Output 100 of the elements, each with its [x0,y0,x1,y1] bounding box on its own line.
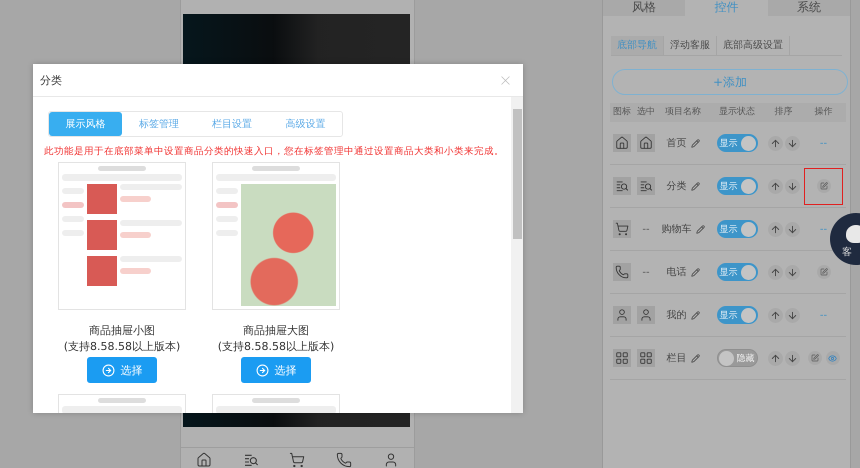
user-icon [639,308,653,322]
icon-tile[interactable] [613,263,631,281]
select-button[interactable]: 选择 [87,357,157,383]
cart-icon [289,452,306,468]
style-name: 商品抽屉小图 [89,323,155,338]
arrow-down-icon [786,224,798,234]
phone-icon [615,265,629,279]
panel-tab[interactable]: 系统 [768,0,850,16]
column-header: 选中 [634,103,658,122]
icon-tile[interactable] [637,177,655,195]
user-icon [615,308,629,322]
grid-icon [639,351,653,365]
visibility-toggle[interactable]: 显示 [716,220,758,238]
edit-button[interactable] [808,351,822,365]
select-button[interactable]: 选择 [241,357,311,383]
visibility-toggle[interactable]: 显示 [716,306,758,324]
add-button[interactable]: +添加 [612,69,848,95]
empty-action: -- [820,310,828,320]
scrollbar[interactable] [511,97,523,413]
arrow-down-icon [786,310,798,320]
arrow-up-icon [770,266,780,278]
arrow-down-icon [786,138,798,148]
arrow-up-icon [770,138,780,148]
empty-action: -- [820,224,828,234]
icon-tile[interactable] [637,134,655,152]
icon-tile[interactable] [637,349,655,367]
arrow-down-icon [786,352,798,364]
empty-value: -- [642,266,650,278]
move-down-button[interactable] [784,136,800,150]
item-name: 电话 [666,266,686,279]
item-name: 购物车 [662,222,692,236]
item-name: 我的 [666,308,686,322]
move-down-button[interactable] [784,264,800,280]
style-name: 商品抽屉大图 [243,323,309,338]
sub-tab[interactable]: 浮动客服 [664,36,717,55]
pencil-icon[interactable] [690,354,700,362]
home-icon [196,452,212,468]
pencil-icon[interactable] [690,310,700,320]
move-up-button[interactable] [768,350,782,366]
pencil-icon[interactable] [690,138,700,148]
notice-text: 此功能是用于在底部菜单中设置商品分类的快速入口，您在标签管理中通过设置商品大类和小类来完成。 [44,145,505,158]
eye-icon [828,354,837,362]
version-note: (支持8.58.58以上版本) [64,339,180,354]
move-down-button[interactable] [784,308,800,322]
home-icon [615,136,629,150]
icon-tile[interactable] [613,349,631,367]
arrow-up-icon [770,180,780,192]
cart-icon [615,222,629,236]
move-down-button[interactable] [784,222,800,236]
sub-tab[interactable]: 底部导航 [611,36,664,55]
move-up-button[interactable] [768,178,782,194]
icon-tile[interactable] [637,306,655,324]
search-list-icon [615,179,629,193]
column-header: 显示状态 [708,103,766,122]
column-header: 操作 [801,103,846,122]
arrow-down-icon [786,180,798,192]
pencil-icon[interactable] [696,224,704,234]
sub-tab[interactable]: 底部高级设置 [717,36,790,55]
item-name: 栏目 [666,352,686,365]
arrow-up-icon [770,224,780,234]
visibility-toggle[interactable]: 显示 [716,263,758,281]
search-list-icon [242,452,259,468]
column-header: 项目名称 [658,103,708,122]
version-note: (支持8.58.58以上版本) [218,339,334,354]
move-up-button[interactable] [768,222,782,236]
search-list-icon [639,179,653,193]
arrow-up-icon [770,310,780,320]
dialog-tab[interactable]: 展示风格 [49,112,122,136]
icon-tile[interactable] [613,306,631,324]
arrow-circle-icon [256,364,268,376]
move-up-button[interactable] [768,308,782,322]
arrow-down-icon [786,266,798,278]
move-up-button[interactable] [768,264,782,280]
arrow-circle-icon [102,364,114,376]
icon-tile[interactable] [613,220,631,238]
arrow-up-icon [770,352,780,364]
pencil-icon[interactable] [690,182,700,190]
visibility-toggle[interactable]: 显示 [716,134,758,152]
visibility-toggle[interactable]: 隐藏 [716,349,758,367]
item-name: 首页 [666,137,686,150]
dialog-title: 分类 [40,72,62,88]
empty-action: -- [820,138,828,148]
move-down-button[interactable] [784,350,800,366]
edit-button[interactable] [816,265,830,279]
move-down-button[interactable] [784,178,800,194]
grid-icon [615,351,629,365]
edit-icon [820,268,828,276]
visibility-toggle[interactable]: 显示 [716,177,758,195]
column-header: 图标 [610,103,634,122]
item-name: 分类 [666,180,686,193]
pencil-icon[interactable] [690,268,700,276]
edit-icon [810,354,818,362]
edit-button[interactable] [816,179,830,193]
icon-tile[interactable] [613,134,631,152]
phone-icon [336,452,352,468]
empty-value: -- [642,224,650,234]
icon-tile[interactable] [613,177,631,195]
panel-tab[interactable]: 风格 [603,0,686,16]
column-header: 排序 [766,103,801,122]
move-up-button[interactable] [768,136,782,150]
